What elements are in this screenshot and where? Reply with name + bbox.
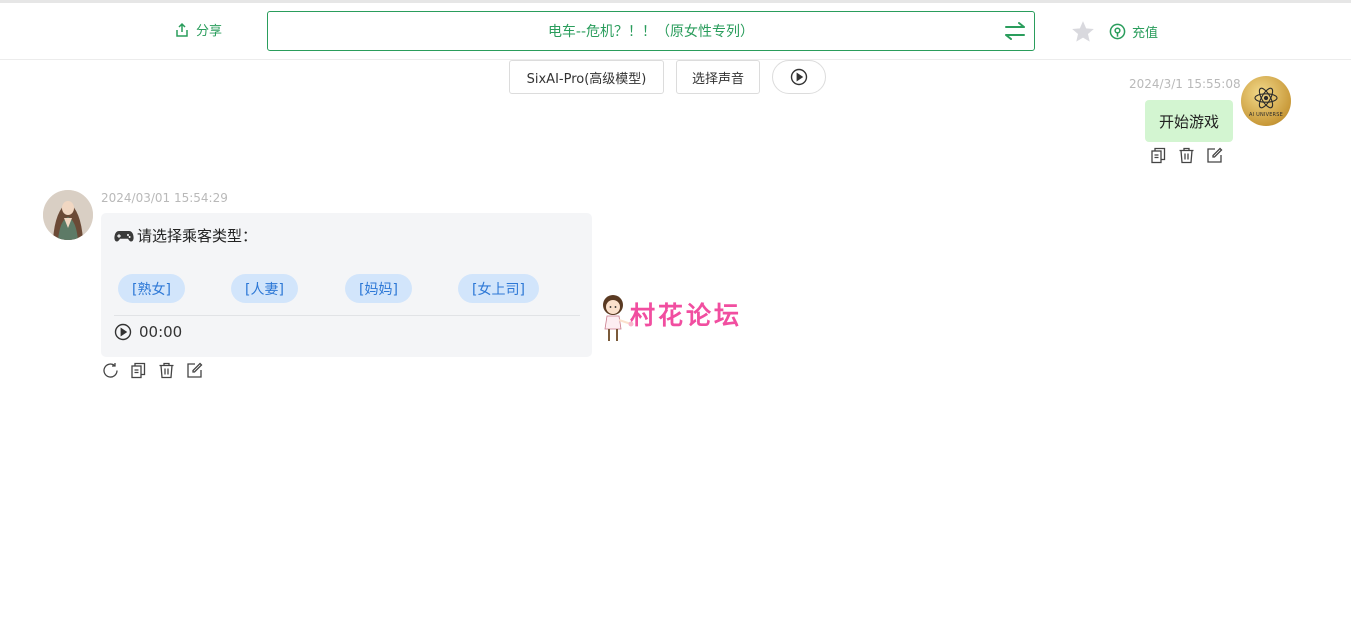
share-button[interactable]: 分享 (174, 20, 222, 39)
recharge-icon (1109, 23, 1126, 40)
delete-icon (1179, 147, 1194, 164)
bot-message-text: 请选择乘客类型： (137, 227, 258, 245)
play-icon (790, 68, 808, 86)
atom-logo-icon (1254, 87, 1278, 108)
option-chip[interactable]: [人妻] (231, 274, 298, 303)
chat-title-selector[interactable]: 电车--危机？！！（原女性专列） (267, 11, 1035, 51)
bubble-divider (114, 315, 580, 316)
recharge-label: 充值 (1132, 26, 1159, 41)
avatar-logo-text: AI UNIVERSE (1249, 111, 1283, 118)
share-icon (176, 22, 188, 37)
swap-icon[interactable] (1004, 21, 1026, 41)
copy-icon (131, 362, 146, 379)
recharge-button[interactable]: 充值 (1109, 22, 1158, 41)
header: 分享 电车--危机？！！（原女性专列） 充值 (0, 3, 1351, 60)
refresh-icon (103, 363, 118, 378)
bot-message-timestamp: 2024/03/01 15:54:29 (101, 191, 228, 205)
play-icon[interactable] (114, 323, 132, 341)
edit-icon (1207, 147, 1223, 163)
voice-select-button[interactable]: 选择声音 (676, 60, 760, 94)
user-message-bubble: 开始游戏 (1145, 100, 1233, 142)
user-message-text: 开始游戏 (1158, 112, 1219, 131)
edit-button[interactable] (1206, 147, 1223, 164)
character-portrait-icon (43, 190, 93, 240)
cartoon-girl-icon (603, 295, 634, 341)
delete-button[interactable] (1178, 147, 1195, 164)
gamepad-icon (114, 230, 134, 241)
bot-message-bubble: 请选择乘客类型： [熟女] [人妻] [妈妈] [女上司] 00:00 (101, 213, 592, 357)
option-chip[interactable]: [妈妈] (345, 274, 412, 303)
watermark-text: 村花论坛 (630, 301, 743, 330)
share-label: 分享 (196, 24, 223, 39)
edit-button[interactable] (186, 362, 203, 379)
watermark: 村花论坛 (598, 293, 742, 345)
edit-icon (187, 362, 203, 378)
model-select-button[interactable]: SixAI-Pro(高级模型) (509, 60, 664, 94)
bot-avatar (43, 190, 93, 240)
audio-time: 00:00 (139, 323, 183, 341)
delete-icon (159, 362, 174, 379)
option-chip[interactable]: [女上司] (458, 274, 539, 303)
audio-player: 00:00 (114, 323, 182, 341)
bot-message-line: 请选择乘客类型： (114, 225, 257, 246)
delete-button[interactable] (158, 362, 175, 379)
voice-label: 选择声音 (691, 71, 744, 87)
bot-message-actions (102, 362, 203, 379)
copy-button[interactable] (1150, 147, 1167, 164)
regenerate-button[interactable] (102, 362, 119, 379)
copy-icon (1151, 147, 1166, 164)
model-label: SixAI-Pro(高级模型) (526, 71, 647, 87)
copy-button[interactable] (130, 362, 147, 379)
star-icon[interactable] (1070, 19, 1096, 45)
user-avatar: AI UNIVERSE (1241, 76, 1291, 126)
user-message-actions (1150, 147, 1223, 164)
play-voice-button[interactable] (772, 60, 826, 94)
option-chip[interactable]: [熟女] (118, 274, 185, 303)
user-message-timestamp: 2024/3/1 15:55:08 (1129, 77, 1241, 91)
chat-title: 电车--危机？！！（原女性专列） (547, 24, 755, 40)
